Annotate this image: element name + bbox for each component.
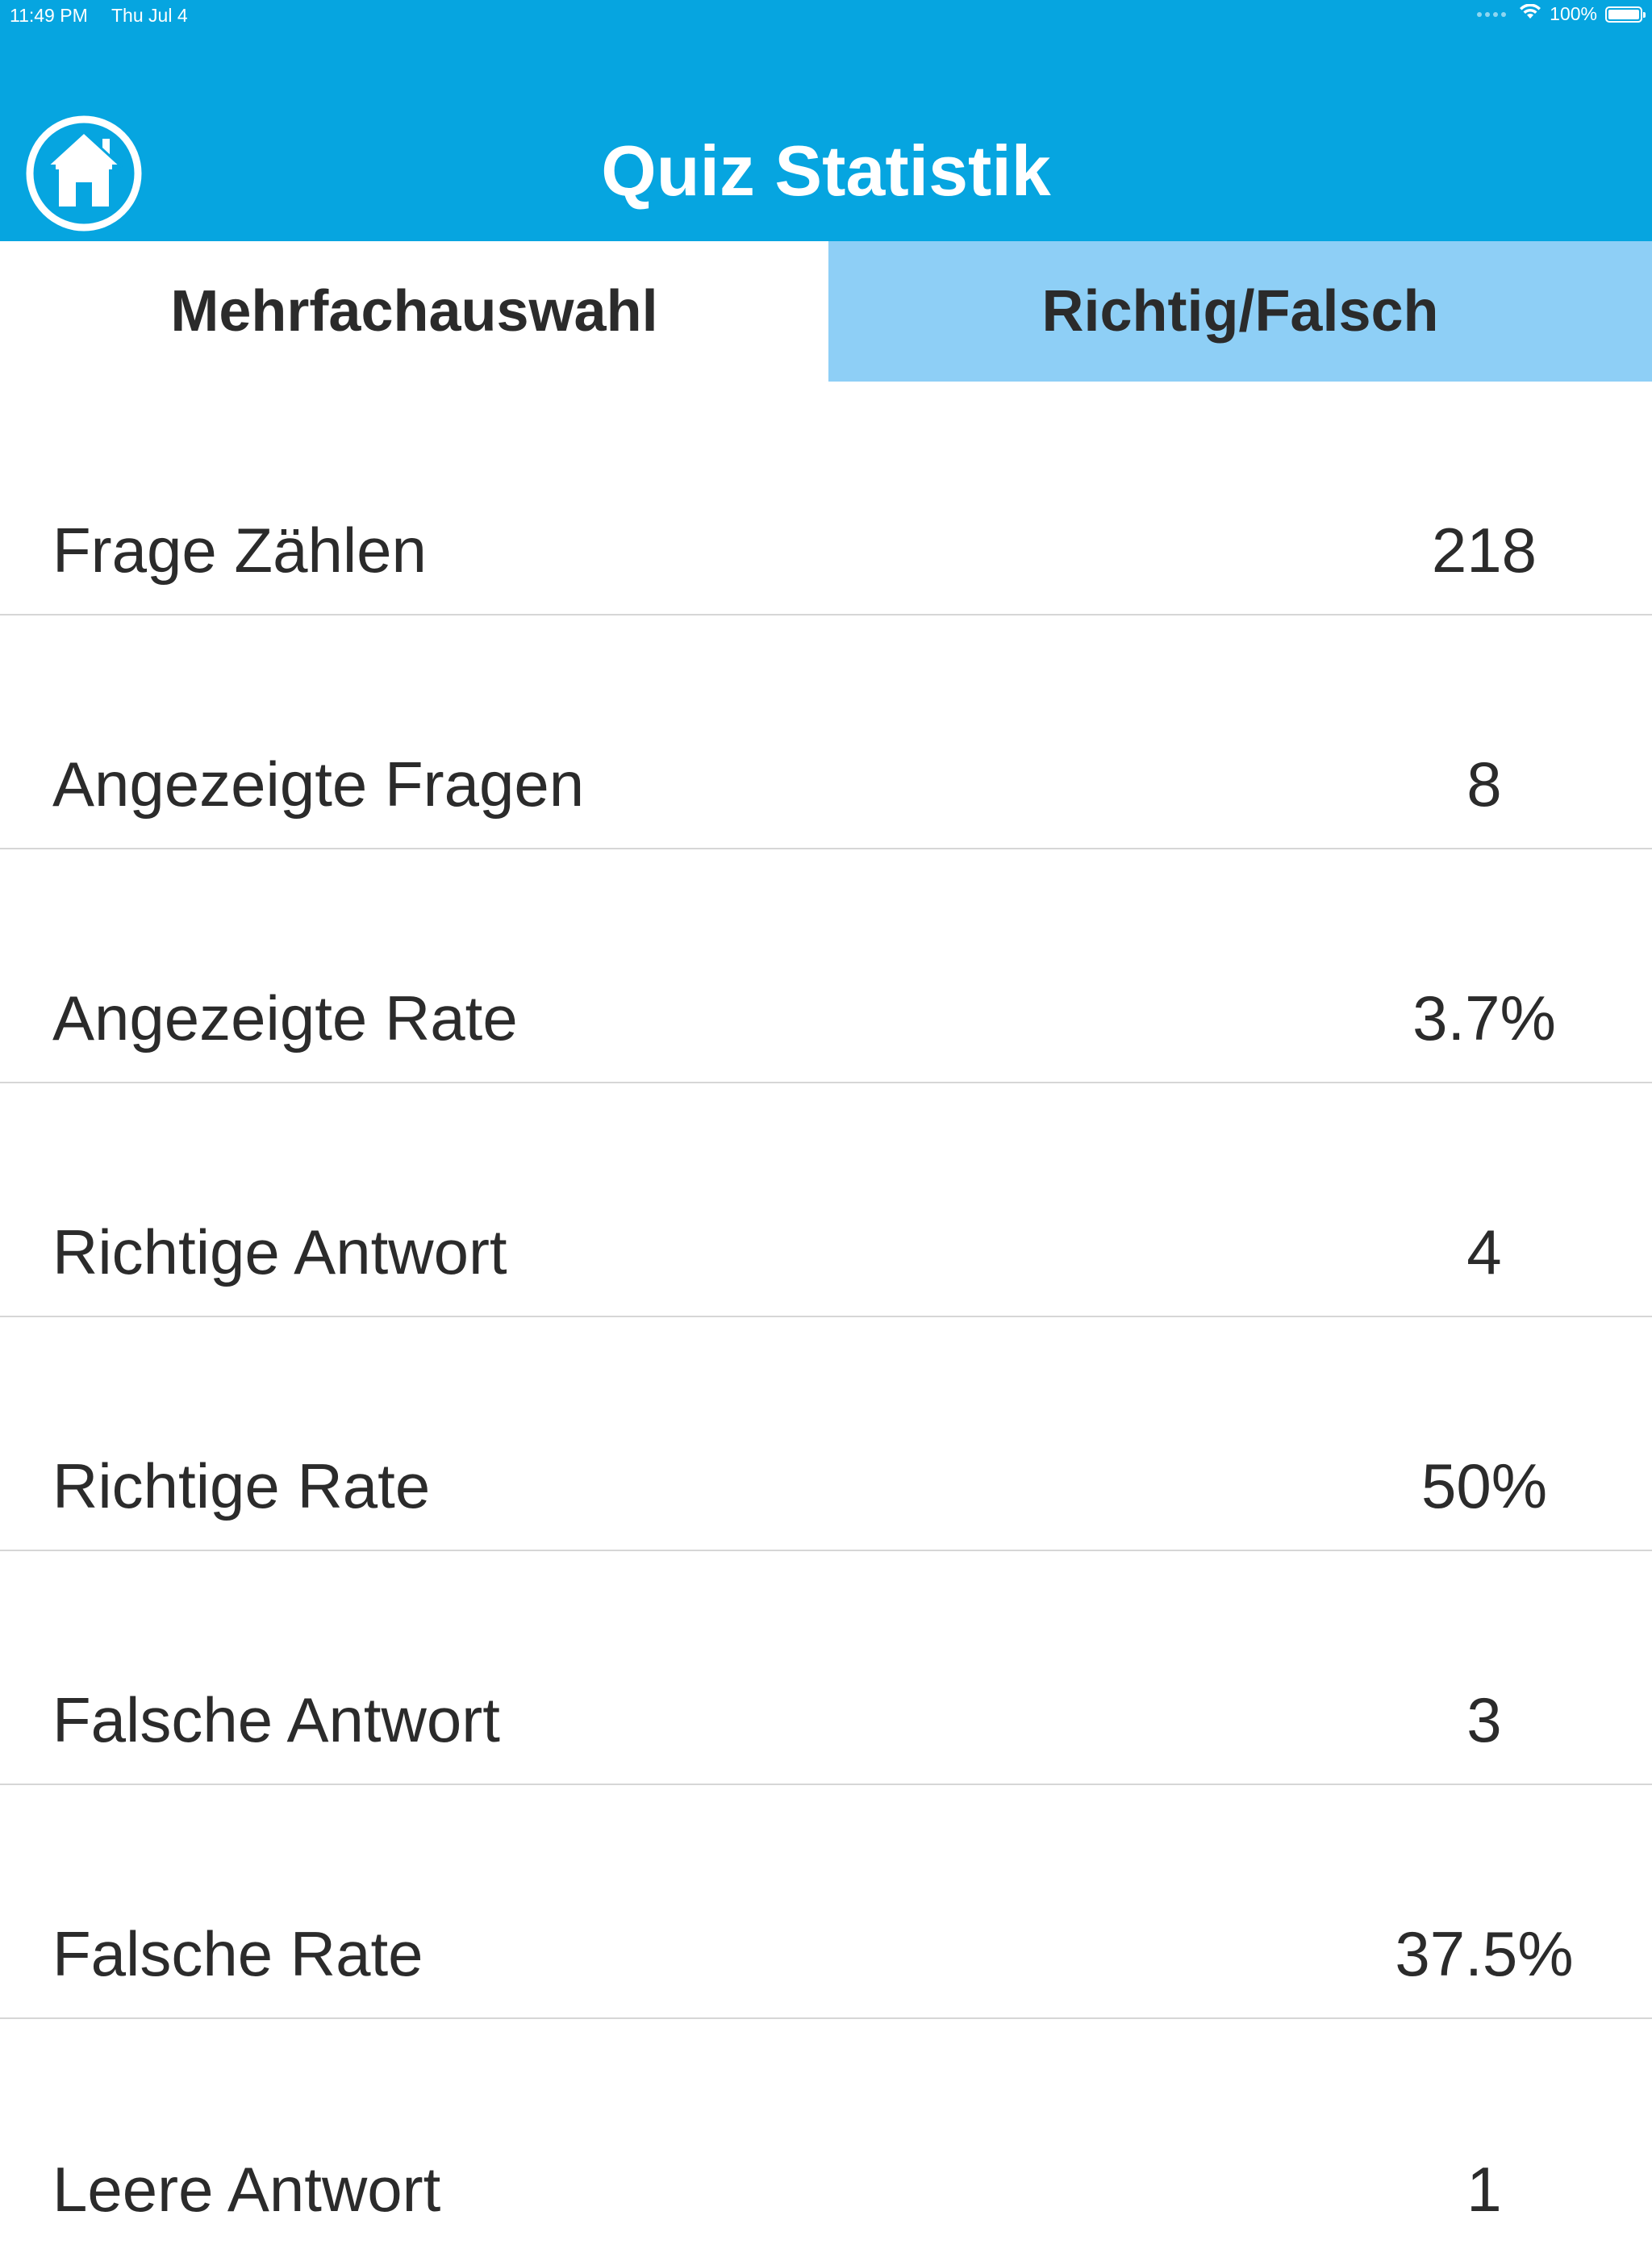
stat-value: 4 bbox=[1466, 1216, 1502, 1287]
stat-row-empty-answers: Leere Antwort 1 bbox=[0, 2019, 1652, 2253]
stat-row-correct-rate: Richtige Rate 50% bbox=[0, 1317, 1652, 1551]
stat-label: Angezeigte Fragen bbox=[52, 749, 585, 820]
battery-percent: 100% bbox=[1550, 3, 1597, 24]
stat-row-correct-answers: Richtige Antwort 4 bbox=[0, 1083, 1652, 1317]
cellular-signal-icon bbox=[1477, 11, 1507, 17]
stat-value: 218 bbox=[1431, 515, 1537, 586]
stat-label: Falsche Rate bbox=[52, 1918, 423, 1989]
stat-row-shown-questions: Angezeigte Fragen 8 bbox=[0, 615, 1652, 849]
stat-label: Leere Antwort bbox=[52, 2154, 441, 2225]
stat-value: 3 bbox=[1466, 1684, 1502, 1755]
stat-value: 1 bbox=[1466, 2154, 1502, 2225]
stat-row-question-count: Frage Zählen 218 bbox=[0, 382, 1652, 615]
status-bar: 11:49 PM Thu Jul 4 100% bbox=[0, 0, 1652, 32]
stat-value: 3.7% bbox=[1412, 983, 1556, 1053]
stat-value: 37.5% bbox=[1395, 1918, 1574, 1989]
stat-label: Angezeigte Rate bbox=[52, 983, 518, 1053]
tab-multiple-choice[interactable]: Mehrfachauswahl bbox=[0, 241, 828, 382]
status-indicators: 100% bbox=[1477, 3, 1646, 25]
wifi-icon bbox=[1519, 3, 1541, 25]
battery-icon bbox=[1605, 6, 1646, 23]
stat-row-wrong-answers: Falsche Antwort 3 bbox=[0, 1551, 1652, 1785]
status-date: Thu Jul 4 bbox=[111, 5, 188, 26]
stat-value: 8 bbox=[1466, 749, 1502, 820]
header-bar: 11:49 PM Thu Jul 4 100% Quiz Statistik bbox=[0, 0, 1652, 241]
stat-label: Falsche Antwort bbox=[52, 1684, 500, 1755]
stat-row-shown-rate: Angezeigte Rate 3.7% bbox=[0, 849, 1652, 1083]
stats-list: Frage Zählen 218 Angezeigte Fragen 8 Ang… bbox=[0, 382, 1652, 2253]
page-title: Quiz Statistik bbox=[601, 131, 1051, 211]
stat-row-wrong-rate: Falsche Rate 37.5% bbox=[0, 1785, 1652, 2019]
stat-value: 50% bbox=[1420, 1450, 1548, 1521]
stat-label: Richtige Rate bbox=[52, 1450, 431, 1521]
status-time: 11:49 PM bbox=[10, 5, 88, 26]
stat-label: Frage Zählen bbox=[52, 515, 427, 586]
stat-label: Richtige Antwort bbox=[52, 1216, 507, 1287]
segment-tabs: Mehrfachauswahl Richtig/Falsch bbox=[0, 241, 1652, 382]
tab-true-false[interactable]: Richtig/Falsch bbox=[828, 241, 1652, 382]
